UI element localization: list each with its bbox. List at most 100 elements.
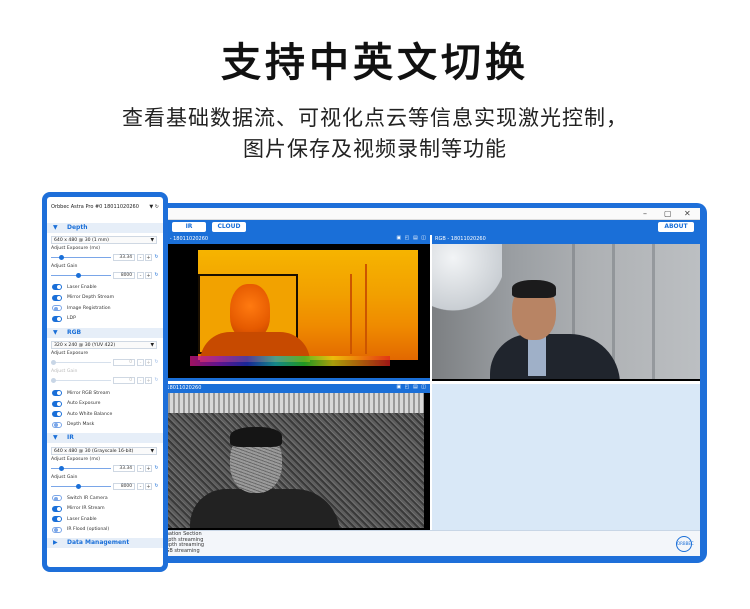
- plus-button[interactable]: +: [145, 377, 152, 384]
- slider-knob[interactable]: [75, 484, 81, 489]
- rgb-gain-value[interactable]: 0: [113, 377, 135, 384]
- slider-knob[interactable]: [51, 360, 56, 365]
- reset-icon[interactable]: ↻: [153, 254, 160, 261]
- title-bar: – ▢ ✕: [160, 208, 700, 220]
- toggle-switch[interactable]: [52, 421, 62, 428]
- plus-button[interactable]: +: [145, 254, 152, 261]
- depth-stream-image: [160, 244, 424, 379]
- slider-track: [51, 362, 111, 363]
- depth-panel-icons[interactable]: ▣ ◰ ▤ ◫: [396, 235, 427, 241]
- slider-track: [51, 486, 111, 487]
- page-headline: 支持中英文切换: [221, 40, 529, 86]
- ir-gain-value[interactable]: 8000: [113, 483, 135, 490]
- toggle-switch[interactable]: [52, 305, 62, 311]
- reset-icon[interactable]: ↻: [153, 483, 160, 490]
- depth-panel: th - 18011020260 ▣ ◰ ▤ ◫: [160, 235, 430, 381]
- ir-exposure-slider[interactable]: 33.34 - + ↻: [51, 465, 159, 472]
- minus-button[interactable]: -: [137, 272, 144, 279]
- minus-button[interactable]: -: [137, 359, 144, 366]
- slider-knob[interactable]: [51, 378, 56, 383]
- toggle-switch[interactable]: [52, 400, 62, 407]
- toggle-switch[interactable]: [52, 516, 62, 522]
- depth-gain-slider[interactable]: 8000 - + ↻: [51, 272, 159, 279]
- rgb-mode-select[interactable]: 320 x 240 @ 30 (YUV 422) ▼: [51, 341, 157, 349]
- plus-button[interactable]: +: [145, 483, 152, 490]
- rgb-shirt-shape: [528, 336, 546, 376]
- toggle-switch[interactable]: [52, 411, 62, 417]
- depth-exposure-slider[interactable]: 33.34 - + ↻: [51, 254, 159, 261]
- toggle-switch[interactable]: [52, 526, 62, 533]
- rgb-gain-label: Adjust Gain: [51, 369, 78, 374]
- toggle-label: LDP: [67, 316, 76, 321]
- page-subline-2: 图片保存及视频录制等功能: [243, 137, 507, 161]
- slider-knob[interactable]: [75, 273, 81, 278]
- section-depth-title: Depth: [67, 224, 88, 231]
- slider-knob[interactable]: [59, 466, 65, 471]
- ir-panel: - 18011020260 ▣ ◰ ▤ ◫: [160, 384, 430, 530]
- ir-exposure-value[interactable]: 33.34: [113, 465, 135, 472]
- minus-button[interactable]: -: [137, 254, 144, 261]
- chevron-down-icon: ▼: [150, 449, 154, 454]
- tab-ir[interactable]: IR: [172, 222, 206, 232]
- depth-gain-value[interactable]: 8000: [113, 272, 135, 279]
- log-line: RGB streaming: [162, 547, 200, 554]
- depth-head-shape: [230, 284, 270, 339]
- about-button[interactable]: ABOUT: [658, 222, 694, 232]
- depth-color-strip: [190, 356, 390, 366]
- ir-gain-slider[interactable]: 8000 - + ↻: [51, 483, 159, 490]
- toggle-switch[interactable]: [52, 390, 62, 396]
- orbbec-logo: ORBBEC: [676, 536, 694, 552]
- chevron-down-icon: ▼: [150, 343, 154, 348]
- depth-mode-value: 640 x 480 @ 30 (1 mm): [54, 238, 109, 243]
- tab-cloud[interactable]: CLOUD: [212, 222, 246, 232]
- plus-button[interactable]: +: [145, 359, 152, 366]
- device-selector[interactable]: Orbbec Astra Pro #0 18011020260 ▼ ↻: [47, 202, 163, 212]
- depth-gain-label: Adjust Gain: [51, 264, 78, 269]
- minus-button[interactable]: -: [137, 483, 144, 490]
- toggle-switch[interactable]: [52, 294, 62, 301]
- minus-button[interactable]: -: [137, 377, 144, 384]
- reset-icon[interactable]: ↻: [153, 359, 160, 366]
- depth-mode-select[interactable]: 640 x 480 @ 30 (1 mm) ▼: [51, 236, 157, 244]
- ir-mode-value: 640 x 480 @ 30 (Grayscale 16-bit): [54, 449, 134, 454]
- device-dropdown-icon[interactable]: ▼ ↻: [149, 202, 159, 212]
- rgb-panel-title: RGB - 18011020260: [432, 235, 700, 244]
- ir-wall-shape: [160, 393, 424, 413]
- minimize-icon[interactable]: –: [643, 209, 647, 218]
- section-ir[interactable]: ▼ IR: [47, 433, 163, 443]
- toggle-label: Image Registration: [67, 305, 111, 311]
- rgb-suit-shape: [490, 334, 620, 379]
- toggle-label: Mirror RGB Stream: [67, 390, 110, 396]
- reset-icon[interactable]: ↻: [153, 377, 160, 384]
- toolbar: IR CLOUD ABOUT: [160, 220, 700, 235]
- toggle-switch[interactable]: [52, 315, 62, 322]
- section-depth[interactable]: ▼ Depth: [47, 223, 163, 233]
- slider-track: [51, 275, 111, 276]
- section-rgb[interactable]: ▼ RGB: [47, 328, 163, 338]
- toggle-switch[interactable]: [52, 495, 62, 501]
- toggle-label: Mirror IR Stream: [67, 506, 105, 511]
- ir-mode-select[interactable]: 640 x 480 @ 30 (Grayscale 16-bit) ▼: [51, 447, 157, 455]
- chevron-down-icon: ▼: [53, 329, 58, 336]
- ir-panel-icons[interactable]: ▣ ◰ ▤ ◫: [396, 384, 427, 390]
- ir-gain-label: Adjust Gain: [51, 475, 78, 480]
- close-icon[interactable]: ✕: [684, 209, 691, 218]
- reset-icon[interactable]: ↻: [153, 272, 160, 279]
- plus-button[interactable]: +: [145, 465, 152, 472]
- chevron-down-icon: ▼: [53, 434, 58, 441]
- toggle-switch[interactable]: [52, 284, 62, 290]
- plus-button[interactable]: +: [145, 272, 152, 279]
- reset-icon[interactable]: ↻: [153, 465, 160, 472]
- rgb-exposure-slider[interactable]: 0 - + ↻: [51, 359, 159, 366]
- toggle-switch[interactable]: [52, 505, 62, 512]
- ir-stream-image: [160, 393, 424, 528]
- slider-knob[interactable]: [59, 255, 65, 260]
- minus-button[interactable]: -: [137, 465, 144, 472]
- rgb-stream-image: [432, 244, 700, 379]
- rgb-gain-slider[interactable]: 0 - + ↻: [51, 377, 159, 384]
- maximize-icon[interactable]: ▢: [664, 209, 672, 218]
- section-data-management[interactable]: ▶ Data Management: [47, 538, 163, 548]
- rgb-exposure-value[interactable]: 0: [113, 359, 135, 366]
- depth-pole-2: [365, 264, 367, 354]
- depth-exposure-value[interactable]: 33.34: [113, 254, 135, 261]
